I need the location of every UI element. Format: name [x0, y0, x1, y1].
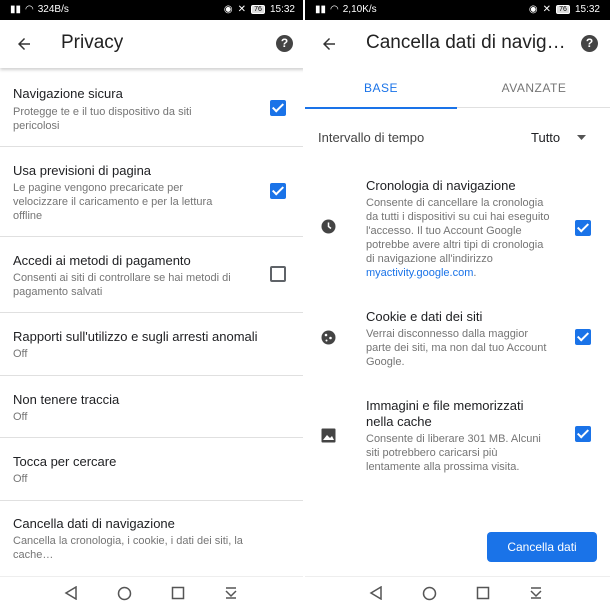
system-nav-bar [0, 576, 305, 610]
clear-cache-item[interactable]: Immagini e file memorizzati nella cache … [305, 390, 610, 480]
nav-back-icon[interactable] [64, 586, 78, 600]
network-speed: 2,10K/s [342, 4, 377, 15]
nav-recents-icon[interactable] [171, 586, 185, 600]
nav-back-icon[interactable] [369, 586, 383, 600]
app-bar: Privacy ? [0, 20, 305, 68]
eye-icon: ◉ [223, 4, 233, 15]
safe-browsing-checkbox[interactable] [270, 100, 286, 116]
setting-clear-browsing-data[interactable]: Cancella dati di navigazione Cancella la… [0, 501, 305, 576]
item-description: Consente di cancellare la cronologia da … [366, 197, 550, 279]
mute-icon: ✕ [237, 4, 246, 15]
arrow-left-icon [18, 38, 30, 50]
cookies-checkbox[interactable] [575, 329, 591, 345]
page-title: Privacy [61, 32, 124, 53]
nav-home-icon[interactable] [422, 586, 437, 601]
time-range-label: Intervallo di tempo [318, 130, 425, 145]
nav-notifications-icon[interactable] [529, 586, 543, 600]
nav-notifications-icon[interactable] [224, 586, 238, 600]
mute-icon: ✕ [542, 4, 551, 15]
myactivity-link[interactable]: myactivity.google.com [366, 267, 473, 279]
setting-title: Cancella dati di navigazione [13, 516, 175, 531]
wifi-icon: ◠ [25, 4, 34, 15]
page-prediction-checkbox[interactable] [270, 183, 286, 199]
item-title: Immagini e file memorizzati nella cache [366, 398, 524, 429]
help-icon[interactable]: ? [276, 35, 293, 52]
system-nav-bar [305, 576, 610, 610]
signal-icon: ▮▮ [315, 4, 327, 15]
arrow-left-icon [323, 38, 335, 50]
setting-title: Rapporti sull'utilizzo e sugli arresti a… [13, 329, 258, 344]
history-checkbox[interactable] [575, 220, 591, 236]
status-bar: ▮▮ ◠ 2,10K/s ◉ ✕ 76 15:32 [305, 0, 610, 20]
setting-title: Tocca per cercare [13, 454, 117, 469]
wifi-icon: ◠ [330, 4, 339, 15]
clear-history-item[interactable]: Cronologia di navigazione Consente di ca… [305, 170, 610, 290]
item-description: Verrai disconnesso dalla maggior parte d… [366, 328, 547, 368]
setting-touch-to-search[interactable]: Tocca per cercare Off [0, 438, 305, 501]
eye-icon: ◉ [528, 4, 538, 15]
network-speed: 324B/s [37, 4, 69, 15]
back-button[interactable] [12, 32, 36, 56]
item-title: Cronologia di navigazione [366, 178, 516, 193]
battery-icon: 76 [250, 5, 265, 14]
payment-methods-checkbox[interactable] [270, 266, 286, 282]
item-description: Consente di liberare 301 MB. Alcuni siti… [366, 433, 541, 473]
cookie-icon [321, 330, 336, 345]
setting-subtitle: Le pagine vengono precaricate per veloci… [13, 182, 213, 222]
setting-title: Accedi ai metodi di pagamento [13, 253, 191, 268]
setting-subtitle: Off [13, 473, 28, 485]
clear-data-screen: ▮▮ ◠ 2,10K/s ◉ ✕ 76 15:32 Cancella dati … [305, 0, 610, 610]
help-icon[interactable]: ? [581, 35, 598, 52]
app-bar: Cancella dati di navig… ? [305, 20, 610, 68]
time-range-value: Tutto [531, 130, 561, 145]
setting-subtitle: Consenti ai siti di controllare se hai m… [13, 272, 231, 298]
tab-bar: BASE AVANZATE [305, 68, 610, 109]
back-button[interactable] [317, 32, 341, 56]
clock: 15:32 [269, 4, 295, 15]
nav-recents-icon[interactable] [476, 586, 490, 600]
nav-home-icon[interactable] [117, 586, 132, 601]
setting-safe-browsing[interactable]: Navigazione sicura Protegge te e il tuo … [0, 74, 305, 147]
battery-icon: 76 [555, 5, 570, 14]
privacy-screen: ▮▮ ◠ 324B/s ◉ ✕ 76 15:32 Privacy ? Navig… [0, 0, 305, 610]
setting-subtitle: Cancella la cronologia, i cookie, i dati… [13, 535, 243, 561]
signal-icon: ▮▮ [10, 4, 22, 15]
tab-advanced[interactable]: AVANZATE [458, 68, 610, 108]
setting-subtitle: Off [13, 411, 28, 423]
clear-cookies-item[interactable]: Cookie e dati dei siti Verrai disconness… [305, 300, 610, 375]
setting-subtitle: Off [13, 348, 28, 360]
setting-payment-methods[interactable]: Accedi ai metodi di pagamento Consenti a… [0, 237, 305, 313]
dropdown-arrow-icon [577, 135, 586, 140]
clear-data-button[interactable]: Cancella dati [487, 532, 597, 562]
clock: 15:32 [574, 4, 600, 15]
setting-title: Non tenere traccia [13, 392, 120, 407]
tab-base[interactable]: BASE [305, 68, 457, 109]
history-icon [321, 219, 336, 234]
setting-title: Usa previsioni di pagina [13, 163, 152, 178]
setting-title: Navigazione sicura [13, 86, 123, 101]
item-title: Cookie e dati dei siti [366, 309, 483, 324]
setting-usage-reports[interactable]: Rapporti sull'utilizzo e sugli arresti a… [0, 313, 305, 376]
setting-page-prediction[interactable]: Usa previsioni di pagina Le pagine vengo… [0, 147, 305, 237]
setting-subtitle: Protegge te e il tuo dispositivo da siti… [13, 106, 192, 132]
setting-do-not-track[interactable]: Non tenere traccia Off [0, 376, 305, 438]
page-title: Cancella dati di navig… [366, 32, 566, 53]
cache-checkbox[interactable] [575, 426, 591, 442]
time-range-selector[interactable]: Intervallo di tempo Tutto [305, 122, 610, 154]
image-icon [321, 428, 336, 443]
status-bar: ▮▮ ◠ 324B/s ◉ ✕ 76 15:32 [0, 0, 305, 20]
